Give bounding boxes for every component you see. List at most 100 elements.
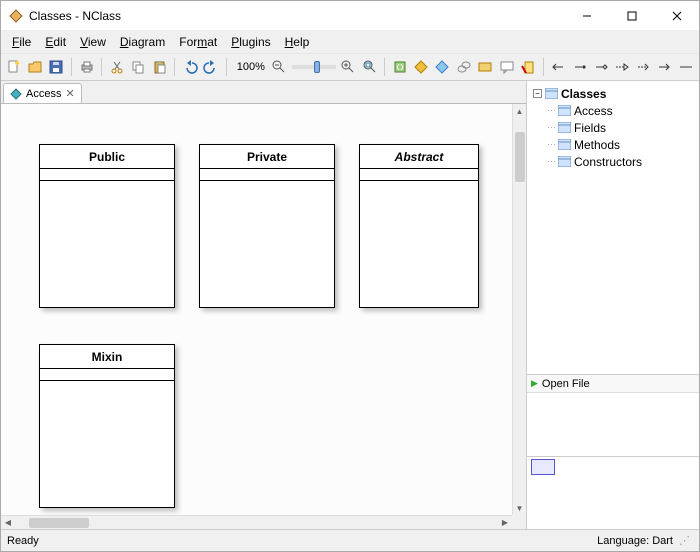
canvas-area: Public Private Abstract Mixin [1,103,526,529]
toolbar-separator [543,58,544,76]
app-icon [9,9,23,23]
toolbar-separator [384,58,385,76]
tree-root[interactable]: − Classes [533,85,693,102]
tree-item-constructors[interactable]: ⋯ Constructors [533,153,693,170]
scroll-left-icon[interactable]: ◀ [1,516,15,530]
tab-close-icon[interactable]: ✕ [65,87,74,100]
zoom-slider[interactable] [292,65,335,69]
minimap-viewport[interactable] [531,459,555,475]
menu-help[interactable]: Help [278,33,317,51]
minimap-panel[interactable] [527,457,699,529]
new-enum-icon[interactable] [455,57,472,77]
delete-icon[interactable] [519,57,536,77]
document-tab-access[interactable]: Access ✕ [3,83,82,103]
open-folder-icon[interactable] [26,57,43,77]
tree-item-fields[interactable]: ⋯ Fields [533,119,693,136]
zoom-out-icon[interactable] [271,57,288,77]
diagram-canvas[interactable]: Public Private Abstract Mixin [1,104,512,515]
class-name: Mixin [40,345,174,369]
menu-diagram[interactable]: Diagram [113,33,172,51]
aggregation-icon[interactable] [592,57,609,77]
class-name: Abstract [360,145,478,169]
expand-icon: ▶ [531,378,538,389]
toolbar-separator [101,58,102,76]
new-file-icon[interactable] [5,57,22,77]
diagram-item-icon [558,105,571,116]
generalization-icon[interactable] [614,57,631,77]
tree-root-label: Classes [561,87,606,101]
paste-icon[interactable] [151,57,168,77]
undo-icon[interactable] [181,57,198,77]
redo-icon[interactable] [203,57,220,77]
diagram-icon [10,88,22,100]
menu-format[interactable]: Format [172,33,224,51]
new-struct-icon[interactable] [412,57,429,77]
toolbar-separator [226,58,227,76]
scroll-right-icon[interactable]: ▶ [498,516,512,530]
nesting-icon[interactable] [678,57,695,77]
tree-item-access[interactable]: ⋯ Access [533,102,693,119]
copy-icon[interactable] [130,57,147,77]
scroll-thumb[interactable] [515,132,525,182]
tree-item-label: Methods [574,138,620,152]
editor-pane: Access ✕ Public Private Abstract [1,81,527,529]
scroll-thumb[interactable] [29,518,89,528]
project-icon [545,88,558,99]
scroll-corner [512,515,526,529]
class-box-private[interactable]: Private [199,144,335,308]
tree-connector: ⋯ [547,156,555,167]
class-box-abstract[interactable]: Abstract [359,144,479,308]
diagram-item-icon [558,122,571,133]
association-icon[interactable] [549,57,566,77]
class-box-mixin[interactable]: Mixin [39,344,175,508]
menu-plugins[interactable]: Plugins [224,33,277,51]
project-tree[interactable]: − Classes ⋯ Access ⋯ Fields ⋯ Me [527,81,699,375]
scroll-down-icon[interactable]: ▼ [513,501,527,515]
collapse-icon[interactable]: − [533,89,542,98]
composition-icon[interactable] [571,57,588,77]
new-class-icon[interactable] [391,57,408,77]
new-interface-icon[interactable] [434,57,451,77]
resize-grip-icon[interactable]: ⋰ [679,534,693,547]
tree-item-label: Constructors [574,155,642,169]
print-icon[interactable] [78,57,95,77]
class-fields-section [40,369,174,381]
save-icon[interactable] [48,57,65,77]
document-tabstrip: Access ✕ [1,81,526,103]
class-name: Public [40,145,174,169]
side-panel: − Classes ⋯ Access ⋯ Fields ⋯ Me [527,81,699,529]
scroll-up-icon[interactable]: ▲ [513,104,527,118]
horizontal-scrollbar[interactable]: ◀ ▶ [1,515,512,529]
titlebar: Classes - NClass [1,1,699,31]
dependency-icon[interactable] [635,57,652,77]
menubar: File Edit View Diagram Format Plugins He… [1,31,699,53]
class-fields-section [40,169,174,181]
menu-view[interactable]: View [73,33,113,51]
menu-edit[interactable]: Edit [38,33,73,51]
menu-file[interactable]: File [5,33,38,51]
minimize-button[interactable] [564,1,609,31]
class-box-public[interactable]: Public [39,144,175,308]
tree-connector: ⋯ [547,122,555,133]
new-delegate-icon[interactable] [477,57,494,77]
new-comment-icon[interactable] [498,57,515,77]
diagram-item-icon [558,139,571,150]
toolbar-separator [71,58,72,76]
realization-icon[interactable] [656,57,673,77]
app-window: Classes - NClass File Edit View Diagram … [0,0,700,552]
class-fields-section [200,169,334,181]
zoom-level[interactable]: 100% [233,61,267,73]
close-button[interactable] [654,1,699,31]
vertical-scrollbar[interactable]: ▲ ▼ [512,104,526,515]
open-file-title: Open File [542,378,590,390]
toolbar-separator [174,58,175,76]
auto-zoom-icon[interactable] [361,57,378,77]
class-fields-section [360,169,478,181]
tree-item-methods[interactable]: ⋯ Methods [533,136,693,153]
toolbar: 100% [1,53,699,81]
cut-icon[interactable] [108,57,125,77]
window-title: Classes - NClass [29,9,564,23]
maximize-button[interactable] [609,1,654,31]
zoom-in-icon[interactable] [340,57,357,77]
open-file-header[interactable]: ▶ Open File [527,375,699,393]
